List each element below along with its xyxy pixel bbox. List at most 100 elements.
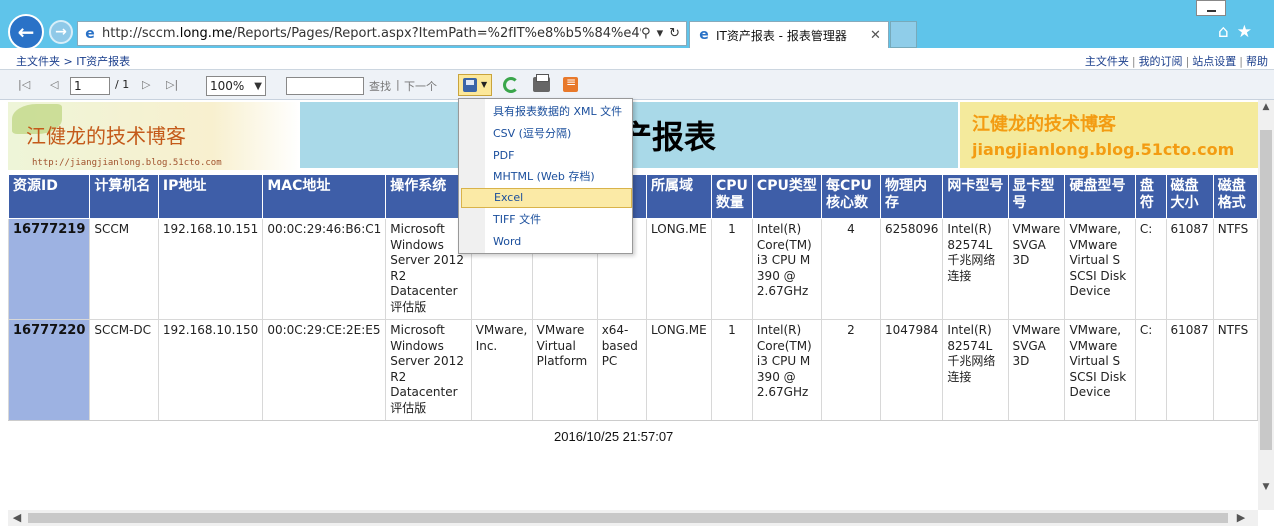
table-cell: 00:0C:29:CE:2E:E5 [262, 319, 387, 421]
table-cell: 4 [821, 218, 881, 320]
find-separator: | [396, 78, 400, 91]
search-icon[interactable]: ⚲ [641, 26, 651, 41]
print-icon[interactable] [533, 74, 550, 92]
table-cell: 61087 [1165, 319, 1214, 421]
scroll-up-icon[interactable]: ▲ [1260, 102, 1272, 116]
column-header: 磁盘大小 [1165, 174, 1214, 219]
column-header: 计算机名 [89, 174, 159, 219]
find-link[interactable]: 查找 [369, 78, 391, 94]
export-excel-item[interactable]: Excel [461, 188, 632, 208]
last-page-icon[interactable]: ▷| [166, 78, 178, 91]
banner-left-image: 江健龙的技术博客 http://jiangjianlong.blog.51cto… [8, 102, 300, 170]
table-cell: C: [1134, 218, 1167, 320]
toplink-subscriptions[interactable]: 我的订阅 [1139, 55, 1183, 68]
report-title: 产报表 [620, 118, 717, 156]
table-cell: VMware, Inc. [470, 319, 533, 421]
horizontal-scrollbar[interactable]: ◀ ▶ [8, 510, 1258, 526]
banner-right-image: 江健龙的技术博客 jiangjianlong.blog.51cto.com [960, 102, 1258, 168]
table-cell: SCCM [89, 218, 159, 320]
minimize-window-button[interactable] [1196, 0, 1226, 16]
column-header: 硬盘型号 [1064, 174, 1136, 219]
table-cell: VMware SVGA 3D [1007, 218, 1066, 320]
table-cell: 1 [710, 319, 753, 421]
table-cell: NTFS [1212, 319, 1258, 421]
column-header: 显卡型号 [1007, 174, 1066, 219]
export-mhtml-item[interactable]: MHTML (Web 存档) [461, 167, 632, 187]
find-next-link[interactable]: 下一个 [404, 78, 437, 94]
table-cell: VMware, VMware Virtual S SCSI Disk Devic… [1064, 218, 1136, 320]
back-arrow-icon[interactable]: ← [8, 14, 44, 50]
column-header: 网卡型号 [942, 174, 1009, 219]
breadcrumb-current-link[interactable]: IT资产报表 [76, 55, 130, 68]
vertical-scroll-thumb[interactable] [1260, 130, 1272, 450]
horizontal-scroll-thumb[interactable] [28, 513, 1228, 523]
address-bar[interactable]: e http://sccm.long.me/Reports/Pages/Repo… [77, 21, 687, 46]
tab-title: IT资产报表 - 报表管理器 [716, 28, 847, 43]
forward-arrow-icon[interactable]: → [49, 20, 73, 44]
dropdown-arrow-icon[interactable]: ▾ [657, 26, 664, 41]
scroll-right-icon[interactable]: ▶ [1234, 511, 1248, 525]
table-cell: Microsoft Windows Server 2012 R2 Datacen… [385, 319, 472, 421]
table-cell: VMware, VMware Virtual S SCSI Disk Devic… [1064, 319, 1136, 421]
table-cell: 2 [821, 319, 881, 421]
report-divider [8, 420, 1258, 421]
report-toolbar: |◁ ◁ 1 / 1 ▷ ▷| 100% 查找 | 下一个 ▼ [0, 70, 1274, 100]
table-cell: Intel(R) Core(TM) i3 CPU M 390 @ 2.67GHz [751, 218, 823, 320]
refresh-icon[interactable]: ↻ [669, 26, 680, 41]
table-cell: LONG.ME [645, 319, 712, 421]
table-cell: 1047984 [879, 319, 944, 421]
first-page-icon[interactable]: |◁ [18, 78, 30, 91]
previous-page-icon[interactable]: ◁ [50, 78, 58, 91]
export-pdf-item[interactable]: PDF [461, 146, 632, 166]
breadcrumb-home-link[interactable]: 主文件夹 [16, 55, 60, 68]
table-cell: x64-based PC [596, 319, 647, 421]
home-icon[interactable]: ⌂ [1218, 22, 1229, 42]
column-header: 所属域 [645, 174, 712, 219]
toplink-site-settings[interactable]: 站点设置 [1192, 55, 1236, 68]
next-page-icon[interactable]: ▷ [142, 78, 150, 91]
table-cell: VMware Virtual Platform [531, 319, 598, 421]
export-tiff-item[interactable]: TIFF 文件 [461, 210, 632, 230]
column-header: 每CPU核心数 [821, 174, 881, 219]
resource-id-cell: 16777220 [8, 319, 91, 421]
browser-chrome: ← → e http://sccm.long.me/Reports/Pages/… [0, 0, 1274, 50]
banner-left-title: 江健龙的技术博客 [26, 124, 186, 148]
zoom-select[interactable]: 100% [206, 76, 266, 96]
vertical-scrollbar[interactable]: ▲ ▼ [1258, 100, 1274, 510]
refresh-report-icon[interactable] [503, 77, 519, 93]
table-cell: LONG.ME [645, 218, 712, 320]
table-cell: NTFS [1212, 218, 1258, 320]
table-cell: 192.168.10.150 [157, 319, 264, 421]
table-cell: VMware SVGA 3D [1007, 319, 1066, 421]
scroll-down-icon[interactable]: ▼ [1260, 482, 1272, 496]
export-xml-item[interactable]: 具有报表数据的 XML 文件 [461, 102, 632, 122]
table-cell: C: [1134, 319, 1167, 421]
find-input[interactable] [286, 77, 364, 95]
banner-right-title: 江健龙的技术博客 [972, 114, 1116, 135]
table-cell: 1 [710, 218, 753, 320]
url-text[interactable]: http://sccm.long.me/Reports/Pages/Report… [102, 26, 641, 41]
table-cell: Intel(R) 82574L 千兆网络连接 [942, 319, 1009, 421]
page-number-input[interactable]: 1 [70, 77, 110, 95]
export-word-item[interactable]: Word [461, 232, 632, 252]
table-cell: Intel(R) Core(TM) i3 CPU M 390 @ 2.67GHz [751, 319, 823, 421]
page-total-label: / 1 [115, 78, 130, 91]
export-csv-item[interactable]: CSV (逗号分隔) [461, 124, 632, 144]
column-header: CPU类型 [751, 174, 823, 219]
export-button[interactable]: ▼ [458, 74, 492, 96]
close-tab-icon[interactable]: ✕ [870, 28, 888, 43]
resource-id-cell: 16777219 [8, 218, 91, 320]
toplink-home[interactable]: 主文件夹 [1085, 55, 1129, 68]
report-timestamp: 2016/10/25 21:57:07 [554, 429, 674, 444]
table-cell: SCCM-DC [89, 319, 159, 421]
scroll-left-icon[interactable]: ◀ [10, 511, 24, 525]
chevron-down-icon: ▼ [481, 80, 488, 89]
column-header: 盘符 [1134, 174, 1167, 219]
new-tab-button[interactable] [890, 21, 917, 48]
favorites-star-icon[interactable]: ★ [1237, 22, 1252, 42]
data-feed-icon[interactable] [563, 75, 578, 92]
toplink-help[interactable]: 帮助 [1246, 55, 1268, 68]
browser-tab[interactable]: e IT资产报表 - 报表管理器 ✕ [689, 21, 889, 48]
banner-right-url: jiangjianlong.blog.51cto.com [972, 140, 1235, 159]
column-header: MAC地址 [262, 174, 387, 219]
